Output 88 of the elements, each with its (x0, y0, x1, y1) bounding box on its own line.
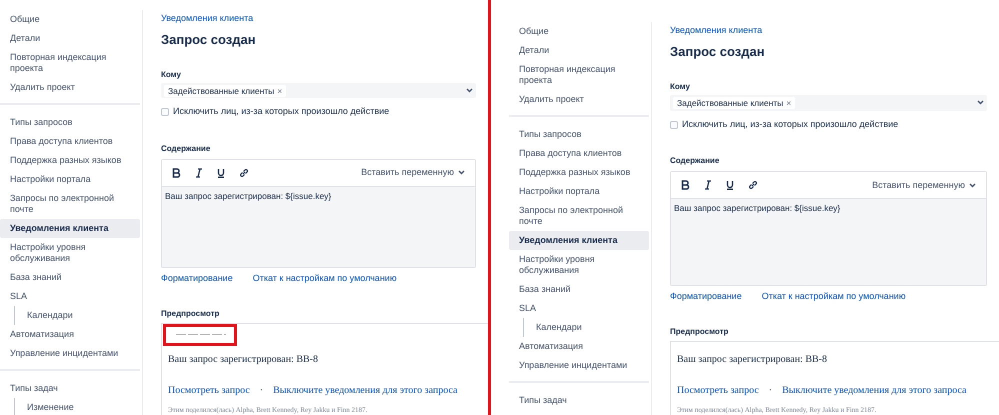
chip-label: Задействованные клиенты (677, 96, 784, 109)
checkbox[interactable] (161, 108, 169, 116)
preview-link[interactable]: Посмотреть запрос (168, 382, 250, 398)
sidebar-item[interactable]: Запросы по электронной почте (509, 201, 649, 231)
editor-text-area[interactable]: Ваш запрос зарегистрирован: ${issue.key} (162, 186, 475, 267)
bold-icon[interactable] (681, 180, 690, 190)
insert-variable-dropdown[interactable]: Вставить переменную (361, 166, 465, 180)
sidebar-item[interactable]: Поддержка разных языков (509, 163, 649, 182)
text-link[interactable]: Форматирование (670, 290, 742, 304)
text-link[interactable]: Откат к настройкам по умолчанию (252, 272, 397, 286)
sidebar-item[interactable]: Настройки уровня обслуживания (0, 238, 140, 268)
preview-heading: Ваш запрос зарегистрирован: BB-8 (677, 352, 828, 366)
italic-icon[interactable] (704, 180, 712, 190)
field-label: Содержание (161, 142, 212, 155)
recipients-select[interactable]: Задействованные клиенты × (670, 95, 987, 111)
preview-link[interactable]: Выключите уведомления для этого запроса (782, 382, 966, 398)
checkbox[interactable] (670, 120, 678, 129)
preview-link[interactable]: Выключите уведомления для этого запроса (273, 382, 458, 398)
sidebar-item[interactable]: Типы запросов (509, 125, 649, 144)
field-label: Предпросмотр (161, 308, 220, 320)
recipient-chip[interactable]: Задействованные клиенты × (673, 96, 796, 109)
chevron-down-icon (466, 88, 473, 94)
separator-dot: · (768, 384, 772, 398)
sidebar-item[interactable]: Общие (509, 22, 649, 41)
sidebar-item[interactable]: Календари (17, 306, 140, 325)
underline-icon[interactable] (726, 180, 734, 190)
sidebar-item[interactable]: Типы задач (509, 391, 649, 410)
sidebar-item[interactable]: Автоматизация (509, 337, 649, 356)
preview-link[interactable]: Посмотреть запрос (677, 382, 759, 398)
underline-icon[interactable] (217, 168, 225, 178)
recipient-chip[interactable]: Задействованные клиенты × (164, 84, 286, 97)
sidebar-item[interactable]: Настройки портала (0, 170, 140, 189)
sidebar-item[interactable]: Повторная индексация проекта (0, 48, 140, 78)
field-label: Кому (670, 81, 691, 93)
insert-variable-dropdown[interactable]: Вставить переменную (872, 178, 976, 192)
sidebar-item[interactable]: База знаний (509, 280, 649, 299)
sidebar-item[interactable]: Уведомления клиента (509, 231, 649, 250)
sidebar-item[interactable]: Общие (0, 10, 140, 29)
sidebar-item[interactable]: Настройки уровня обслуживания (509, 250, 649, 280)
chevron-down-icon (458, 170, 465, 176)
italic-icon[interactable] (195, 168, 203, 178)
sidebar-item[interactable]: Детали (0, 29, 140, 48)
editor[interactable]: Вставить переменную Ваш запрос зарегистрирован: ${issue.key} (161, 158, 476, 268)
chevron-down-icon (977, 100, 984, 106)
chip-label: Задействованные клиенты (168, 84, 274, 97)
sidebar-item[interactable]: Повторная индексация проекта (509, 60, 649, 90)
field-label: Содержание (670, 155, 720, 168)
sidebar-item[interactable]: Удалить проект (0, 78, 140, 97)
sidebar-item[interactable]: Настройки портала (509, 182, 649, 201)
separator-dot: · (260, 384, 264, 398)
checkbox-label: Исключить лиц, из-за которых произошло действие (682, 118, 898, 131)
remove-chip-button[interactable]: × (786, 96, 792, 109)
sidebar-item[interactable]: Типы задач (0, 379, 140, 398)
breadcrumb-link[interactable]: Уведомления клиента (161, 12, 254, 26)
sidebar-item[interactable]: Управление инцидентами (509, 356, 649, 375)
sidebar-item[interactable]: Запросы по электронной почте (0, 189, 140, 219)
sidebar-item[interactable]: Уведомления клиента (0, 219, 140, 238)
field-label: Предпросмотр (670, 326, 730, 338)
text-link[interactable]: Форматирование (161, 272, 233, 286)
sidebar-item[interactable]: База знаний (0, 268, 140, 287)
sidebar-item[interactable]: Детали (509, 41, 649, 60)
sidebar-item[interactable]: Изменение (17, 398, 140, 415)
page-title: Запрос создан (670, 42, 766, 61)
editor[interactable]: Вставить переменную Ваш запрос зарегистрирован: ${issue.key} (670, 171, 987, 286)
page-title: Запрос создан (161, 30, 257, 49)
broken-image-icon (176, 333, 226, 336)
link-icon[interactable] (748, 180, 758, 190)
sidebar-item[interactable]: Права доступа клиентов (509, 144, 649, 163)
sidebar-item[interactable]: SLA (509, 299, 649, 318)
sidebar-item[interactable]: Права доступа клиентов (0, 132, 140, 151)
sidebar-item[interactable]: Календари (526, 318, 649, 337)
sidebar-item[interactable]: Управление инцидентами (0, 344, 140, 363)
sidebar-item[interactable]: Поддержка разных языков (0, 151, 140, 170)
editor-text-area[interactable]: Ваш запрос зарегистрирован: ${issue.key} (671, 198, 986, 285)
breadcrumb-link[interactable]: Уведомления клиента (670, 24, 762, 38)
field-label: Кому (161, 69, 182, 81)
checkbox-label: Исключить лиц, из-за которых произошло действие (173, 105, 390, 118)
bold-icon[interactable] (172, 168, 181, 178)
link-icon[interactable] (239, 168, 249, 178)
remove-chip-button[interactable]: × (277, 84, 282, 97)
sidebar-item[interactable]: Автоматизация (0, 325, 140, 344)
preview-heading: Ваш запрос зарегистрирован: BB-8 (168, 352, 319, 366)
sidebar-item[interactable]: SLA (0, 287, 140, 306)
sidebar-item[interactable]: Типы запросов (0, 113, 140, 132)
chevron-down-icon (969, 182, 976, 188)
sidebar-item[interactable]: Удалить проект (509, 90, 649, 109)
recipients-select[interactable]: Задействованные клиенты × (161, 83, 476, 98)
text-link[interactable]: Откат к настройкам по умолчанию (762, 290, 906, 304)
